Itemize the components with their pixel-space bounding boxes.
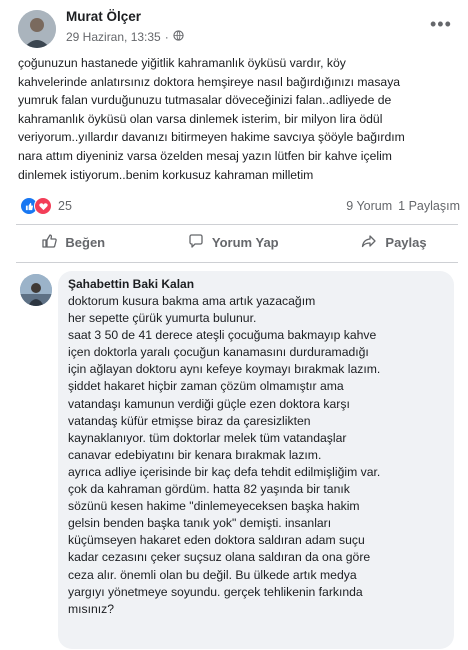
post-meta: 29 Haziran, 13:35 · — [66, 30, 184, 44]
comment-text: doktorum kusura bakma ama artık yazacağı… — [68, 294, 381, 616]
like-label: Beğen — [65, 235, 106, 250]
comment-count[interactable]: 9 Yorum — [346, 199, 392, 213]
comment-button[interactable]: Yorum Yap — [188, 233, 279, 252]
share-button[interactable]: Paylaş — [361, 233, 427, 252]
reactions-summary[interactable]: 25 — [20, 197, 72, 215]
post-text: çoğunuzun hastanede yiğitlik kahramanlık… — [18, 56, 405, 182]
more-options-icon[interactable]: ••• — [430, 14, 452, 35]
reaction-count: 25 — [58, 199, 72, 213]
share-label: Paylaş — [385, 235, 427, 250]
share-arrow-icon — [361, 233, 377, 252]
comment-label: Yorum Yap — [211, 235, 279, 250]
divider — [16, 262, 458, 263]
commenter-avatar[interactable] — [20, 274, 52, 306]
commenter-name[interactable]: Şahabettin Baki Kalan — [68, 277, 194, 291]
engagement-counts: 9 Yorum 1 Paylaşım — [346, 199, 460, 213]
speech-bubble-icon — [188, 233, 204, 252]
love-icon — [34, 197, 52, 215]
post-timestamp[interactable]: 29 Haziran, 13:35 — [66, 30, 161, 44]
post-author-name[interactable]: Murat Ölçer — [66, 9, 141, 24]
author-avatar[interactable] — [18, 10, 56, 48]
globe-icon — [173, 30, 184, 44]
thumbs-up-icon — [41, 233, 58, 252]
share-count[interactable]: 1 Paylaşım — [398, 199, 460, 213]
post-actions-bar: Beğen Yorum Yap Paylaş — [0, 233, 468, 252]
like-button[interactable]: Beğen — [41, 233, 105, 252]
comment-bubble: Şahabettin Baki Kalan doktorum kusura ba… — [58, 271, 454, 649]
divider — [16, 224, 458, 225]
